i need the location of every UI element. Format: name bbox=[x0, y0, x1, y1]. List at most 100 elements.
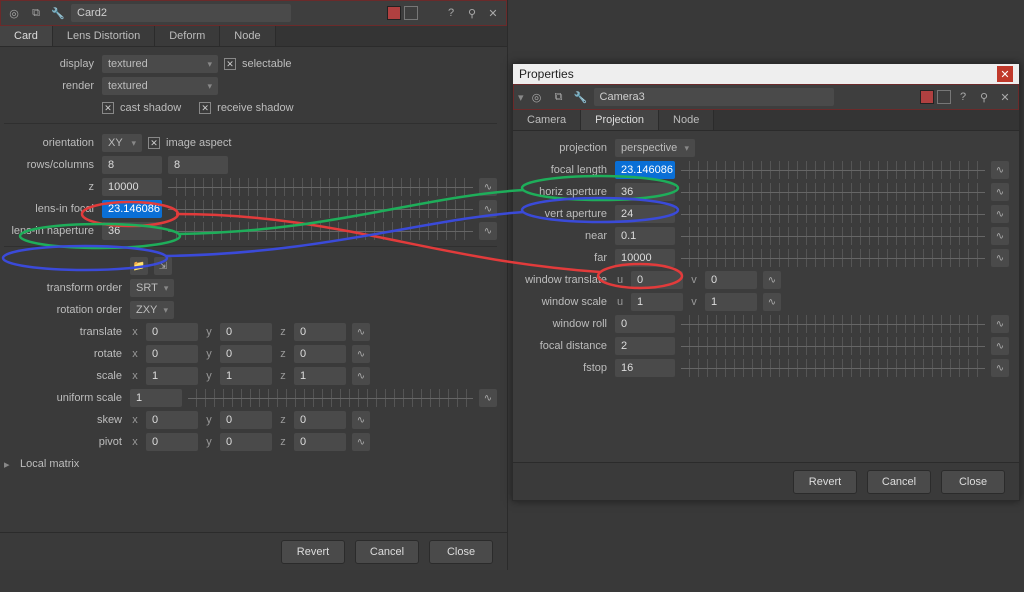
tab-card[interactable]: Card bbox=[0, 26, 53, 46]
link-icon[interactable]: ⧉ bbox=[27, 4, 45, 22]
anim-icon[interactable]: ∿ bbox=[352, 323, 370, 341]
lens-in-focal-input[interactable]: 23.146086 bbox=[102, 200, 162, 218]
chevron-down-icon[interactable]: ▾ bbox=[518, 91, 524, 104]
pin-icon[interactable]: ⚲ bbox=[463, 4, 481, 22]
win-translate-v[interactable]: 0 bbox=[705, 271, 757, 289]
cancel-button[interactable]: Cancel bbox=[867, 470, 931, 494]
win-scale-v[interactable]: 1 bbox=[705, 293, 757, 311]
pivot-y[interactable]: 0 bbox=[220, 433, 272, 451]
far-input[interactable]: 10000 bbox=[615, 249, 675, 267]
cast-shadow-checkbox[interactable] bbox=[102, 102, 114, 114]
focal-distance-input[interactable]: 2 bbox=[615, 337, 675, 355]
pivot-x[interactable]: 0 bbox=[146, 433, 198, 451]
orientation-dropdown[interactable]: XY▾ bbox=[102, 134, 142, 152]
win-roll-slider[interactable] bbox=[681, 315, 985, 333]
scale-x[interactable]: 1 bbox=[146, 367, 198, 385]
wrench-icon[interactable]: 🔧 bbox=[572, 88, 590, 106]
anim-icon[interactable]: ∿ bbox=[991, 183, 1009, 201]
close-icon[interactable]: ✕ bbox=[996, 88, 1014, 106]
target-icon[interactable]: ◎ bbox=[528, 88, 546, 106]
close-icon[interactable]: ✕ bbox=[484, 4, 502, 22]
translate-y[interactable]: 0 bbox=[220, 323, 272, 341]
swatch-icon[interactable] bbox=[937, 90, 951, 104]
z-slider[interactable] bbox=[168, 178, 473, 196]
tab-node[interactable]: Node bbox=[220, 26, 275, 46]
snap-icon[interactable]: ⇲ bbox=[154, 257, 172, 275]
near-input[interactable]: 0.1 bbox=[615, 227, 675, 245]
fstop-slider[interactable] bbox=[681, 359, 985, 377]
anim-icon[interactable]: ∿ bbox=[479, 389, 497, 407]
rotate-y[interactable]: 0 bbox=[220, 345, 272, 363]
anim-icon[interactable]: ∿ bbox=[991, 205, 1009, 223]
target-icon[interactable]: ◎ bbox=[5, 4, 23, 22]
skew-z[interactable]: 0 bbox=[294, 411, 346, 429]
selectable-checkbox[interactable] bbox=[224, 58, 236, 70]
camera-title-field[interactable]: Camera3 bbox=[594, 88, 834, 106]
revert-button[interactable]: Revert bbox=[793, 470, 857, 494]
tab-projection[interactable]: Projection bbox=[581, 110, 659, 130]
anim-icon[interactable]: ∿ bbox=[352, 367, 370, 385]
image-aspect-checkbox[interactable] bbox=[148, 137, 160, 149]
z-input[interactable]: 10000 bbox=[102, 178, 162, 196]
color-swatch-icon[interactable] bbox=[387, 6, 401, 20]
anim-icon[interactable]: ∿ bbox=[991, 337, 1009, 355]
skew-y[interactable]: 0 bbox=[220, 411, 272, 429]
card-title-field[interactable]: Card2 bbox=[71, 4, 291, 22]
uniform-scale-input[interactable]: 1 bbox=[130, 389, 182, 407]
close-button[interactable]: Close bbox=[429, 540, 493, 564]
win-roll-input[interactable]: 0 bbox=[615, 315, 675, 333]
display-dropdown[interactable]: textured▾ bbox=[102, 55, 218, 73]
cols-input[interactable]: 8 bbox=[168, 156, 228, 174]
revert-button[interactable]: Revert bbox=[281, 540, 345, 564]
render-dropdown[interactable]: textured▾ bbox=[102, 77, 218, 95]
far-slider[interactable] bbox=[681, 249, 985, 267]
transform-order-dropdown[interactable]: SRT▾ bbox=[130, 279, 174, 297]
rotate-z[interactable]: 0 bbox=[294, 345, 346, 363]
focal-length-slider[interactable] bbox=[681, 161, 985, 179]
expand-icon[interactable]: ▸ bbox=[4, 458, 14, 471]
rotation-order-dropdown[interactable]: ZXY▾ bbox=[130, 301, 174, 319]
help-icon[interactable]: ? bbox=[954, 88, 972, 106]
fstop-input[interactable]: 16 bbox=[615, 359, 675, 377]
uniform-scale-slider[interactable] bbox=[188, 389, 473, 407]
anim-icon[interactable]: ∿ bbox=[479, 222, 497, 240]
anim-icon[interactable]: ∿ bbox=[763, 271, 781, 289]
receive-shadow-checkbox[interactable] bbox=[199, 102, 211, 114]
close-icon[interactable]: ✕ bbox=[997, 66, 1013, 82]
tab-camera[interactable]: Camera bbox=[513, 110, 581, 130]
horiz-aperture-slider[interactable] bbox=[681, 183, 985, 201]
pin-icon[interactable]: ⚲ bbox=[975, 88, 993, 106]
scale-y[interactable]: 1 bbox=[220, 367, 272, 385]
cancel-button[interactable]: Cancel bbox=[355, 540, 419, 564]
swatch-icon[interactable] bbox=[404, 6, 418, 20]
tab-deform[interactable]: Deform bbox=[155, 26, 220, 46]
tab-prop-node[interactable]: Node bbox=[659, 110, 714, 130]
anim-icon[interactable]: ∿ bbox=[352, 411, 370, 429]
anim-icon[interactable]: ∿ bbox=[991, 315, 1009, 333]
focal-distance-slider[interactable] bbox=[681, 337, 985, 355]
folder-icon[interactable]: 📁 bbox=[130, 257, 148, 275]
skew-x[interactable]: 0 bbox=[146, 411, 198, 429]
vert-aperture-slider[interactable] bbox=[681, 205, 985, 223]
rows-input[interactable]: 8 bbox=[102, 156, 162, 174]
projection-dropdown[interactable]: perspective▾ bbox=[615, 139, 695, 157]
close-button[interactable]: Close bbox=[941, 470, 1005, 494]
help-icon[interactable]: ? bbox=[442, 4, 460, 22]
anim-icon[interactable]: ∿ bbox=[991, 161, 1009, 179]
lens-in-focal-slider[interactable] bbox=[168, 200, 473, 218]
anim-icon[interactable]: ∿ bbox=[479, 200, 497, 218]
anim-icon[interactable]: ∿ bbox=[991, 227, 1009, 245]
pivot-z[interactable]: 0 bbox=[294, 433, 346, 451]
sq-icon[interactable] bbox=[421, 4, 439, 22]
anim-icon[interactable]: ∿ bbox=[352, 345, 370, 363]
wrench-icon[interactable]: 🔧 bbox=[49, 4, 67, 22]
translate-x[interactable]: 0 bbox=[146, 323, 198, 341]
anim-icon[interactable]: ∿ bbox=[991, 359, 1009, 377]
link-icon[interactable]: ⧉ bbox=[550, 88, 568, 106]
near-slider[interactable] bbox=[681, 227, 985, 245]
anim-icon[interactable]: ∿ bbox=[479, 178, 497, 196]
anim-icon[interactable]: ∿ bbox=[763, 293, 781, 311]
vert-aperture-input[interactable]: 24 bbox=[615, 205, 675, 223]
rotate-x[interactable]: 0 bbox=[146, 345, 198, 363]
lens-in-hap-slider[interactable] bbox=[168, 222, 473, 240]
